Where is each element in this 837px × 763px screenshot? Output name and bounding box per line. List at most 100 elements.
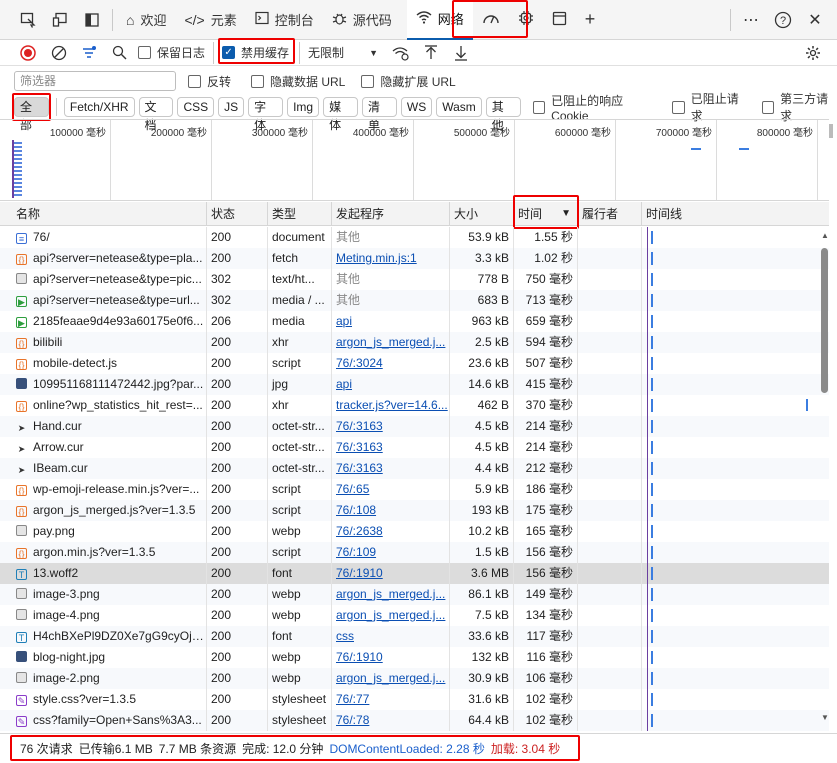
initiator-link[interactable]: css	[336, 629, 354, 643]
table-row[interactable]: ✎ css?family=Open+Sans%3A3... 200 styleshee…	[0, 710, 829, 731]
column-header-initiator[interactable]: 发起程序	[332, 202, 450, 226]
type-filter-js[interactable]: JS	[218, 97, 245, 117]
type-filter-other[interactable]: 其他	[485, 97, 521, 132]
request-name-cell[interactable]: 10995116811147244​2.jpg?par...	[12, 374, 207, 395]
request-name-cell[interactable]: ➤ IBeam.cur	[12, 458, 207, 479]
search-icon[interactable]	[104, 40, 134, 66]
request-name-cell[interactable]: T H4chBXePl9DZ0Xe7gG9cyOj7...	[12, 626, 207, 647]
type-filter-media[interactable]: 媒体	[323, 97, 358, 132]
network-conditions-icon[interactable]	[386, 40, 416, 66]
request-name-cell[interactable]: ➤ Hand.cur	[12, 416, 207, 437]
table-row[interactable]: api?server=netease&type=pic... 302 text/ht…	[0, 269, 829, 290]
request-name-cell[interactable]: api?server=netease&type=pic...	[12, 269, 207, 290]
request-list-scrollbar[interactable]: ▲ ▼	[819, 227, 829, 731]
initiator-link[interactable]: argon_js_merged.j...	[336, 671, 445, 685]
initiator-link[interactable]: argon_js_merged.j...	[336, 608, 445, 622]
table-row[interactable]: image-3.png 200 webp argon_js_merged.j... 86…	[0, 584, 829, 605]
table-row[interactable]: {} argon_js_merged.js?ver=1.3.5 200 script 7…	[0, 500, 829, 521]
initiator-cell[interactable]: 76/:65	[332, 479, 450, 500]
preserve-log-checkbox[interactable]: 保留日志	[138, 44, 205, 61]
column-header-name[interactable]: 名称	[12, 202, 207, 226]
request-name-cell[interactable]: image-4.png	[12, 605, 207, 626]
initiator-cell[interactable]: 76/:78	[332, 710, 450, 731]
request-name-cell[interactable]: {} online?wp_statistics_hit_rest=...	[12, 395, 207, 416]
initiator-link[interactable]: 76/:77	[336, 692, 369, 706]
table-row[interactable]: {} mobile-detect.js 200 script 76/:3024 23.6 …	[0, 353, 829, 374]
type-filter-fetch-xhr[interactable]: Fetch/XHR	[63, 97, 135, 117]
throttle-select[interactable]: 无限制 ▼	[308, 44, 378, 61]
tab-memory[interactable]	[509, 0, 543, 40]
import-har-icon[interactable]	[416, 40, 446, 66]
type-filter-manifest[interactable]: 清单	[361, 97, 397, 132]
initiator-cell[interactable]: 76/:3163	[332, 437, 450, 458]
initiator-link[interactable]: 76/:65	[336, 482, 369, 496]
column-header-type[interactable]: 类型	[268, 202, 332, 226]
table-row[interactable]: {} bilibili 200 xhr argon_js_merged.j... 2.5 …	[0, 332, 829, 353]
initiator-cell[interactable]: argon_js_merged.j...	[332, 605, 450, 626]
request-name-cell[interactable]: image-3.png	[12, 584, 207, 605]
table-row[interactable]: image-4.png 200 webp argon_js_merged.j... 7.…	[0, 605, 829, 626]
request-name-cell[interactable]: {} argon.min.js?ver=1.3.5	[12, 542, 207, 563]
initiator-link[interactable]: 76/:109	[336, 545, 376, 559]
tab-sources[interactable]: 源代码	[323, 0, 401, 40]
table-row[interactable]: 10995116811147244​2.jpg?par... 200 jpg api 1…	[0, 374, 829, 395]
initiator-link[interactable]: 76/:3163	[336, 461, 383, 475]
type-filter-css[interactable]: CSS	[177, 97, 215, 117]
table-row[interactable]: {} argon.min.js?ver=1.3.5 200 script 76/:109…	[0, 542, 829, 563]
table-row[interactable]: {} api?server=netease&type=pla... 200 fetch…	[0, 248, 829, 269]
scrollbar-thumb[interactable]	[821, 248, 828, 393]
column-header-size[interactable]: 大小	[450, 202, 514, 226]
initiator-link[interactable]: 76/:3163	[336, 440, 383, 454]
filter-icon[interactable]	[74, 40, 104, 66]
request-name-cell[interactable]: ✎ css?family=Open+Sans%3A3...	[12, 710, 207, 731]
timeline-overview[interactable]: 100000 毫秒 200000 毫秒 300000 毫秒 400000 毫秒 …	[0, 119, 833, 201]
column-header-time[interactable]: 时间 ▼	[514, 202, 578, 226]
initiator-cell[interactable]: 76/:109	[332, 542, 450, 563]
table-row[interactable]: ▶ 2185feaae9d4e93a60175e0f6... 206 media api…	[0, 311, 829, 332]
tab-network[interactable]: 网络	[406, 0, 473, 40]
initiator-link[interactable]: api	[336, 377, 352, 391]
table-row[interactable]: ➤ Arrow.cur 200 octet-str... 76/:3163 4.5 kB 2…	[0, 437, 829, 458]
table-row[interactable]: ≡ 76/200 document 其他 53.9 kB 1.55 秒	[0, 227, 829, 248]
initiator-cell[interactable]: 76/:77	[332, 689, 450, 710]
request-name-cell[interactable]: {} api?server=netease&type=pla...	[12, 248, 207, 269]
type-filter-img[interactable]: Img	[287, 97, 320, 117]
table-row[interactable]: ▶ api?server=netease&type=url... 302 media …	[0, 290, 829, 311]
request-name-cell[interactable]: ≡ 76/	[12, 227, 207, 248]
initiator-link[interactable]: 76/:3024	[336, 356, 383, 370]
initiator-cell[interactable]: api	[332, 374, 450, 395]
table-row[interactable]: ➤ IBeam.cur 200 octet-str... 76/:3163 4.4 kB 2…	[0, 458, 829, 479]
column-header-status[interactable]: 状态	[207, 202, 268, 226]
inspect-element-icon[interactable]	[12, 4, 44, 36]
type-filter-font[interactable]: 字体	[248, 97, 284, 132]
invert-checkbox[interactable]: 反转	[188, 73, 231, 90]
blocked-requests-box[interactable]	[672, 100, 685, 114]
initiator-cell[interactable]: 76/:3163	[332, 416, 450, 437]
request-name-cell[interactable]: image-2.png	[12, 668, 207, 689]
initiator-cell[interactable]: tracker.js?ver=14.6...	[332, 395, 450, 416]
blocked-cookies-checkbox[interactable]: 已阻止的响应 Cookie	[532, 92, 659, 123]
table-row[interactable]: ✎ style.css?ver=1.3.5 200 stylesheet 76/:77 3…	[0, 689, 829, 710]
request-name-cell[interactable]: {} wp-emoji-release.min.js?ver=...	[12, 479, 207, 500]
request-name-cell[interactable]: ➤ Arrow.cur	[12, 437, 207, 458]
initiator-cell[interactable]: 76/:3163	[332, 458, 450, 479]
request-name-cell[interactable]: {} argon_js_merged.js?ver=1.3.5	[12, 500, 207, 521]
request-name-cell[interactable]: ▶ api?server=netease&type=url...	[12, 290, 207, 311]
blocked-cookies-box[interactable]	[532, 100, 546, 114]
table-row[interactable]: blog-night.jpg 200 webp 76/:1910 132 kB 116 毫…	[0, 647, 829, 668]
request-name-cell[interactable]: pay.png	[12, 521, 207, 542]
invert-box[interactable]	[188, 74, 201, 88]
table-row[interactable]: image-2.png 200 webp argon_js_merged.j... 30…	[0, 668, 829, 689]
table-row[interactable]: {} online?wp_statistics_hit_rest=... 200 xh…	[0, 395, 829, 416]
column-header-executor[interactable]: 履行者	[578, 202, 642, 226]
table-row[interactable]: T H4chBXePl9DZ0Xe7gG9cyOj7... 200 font css 33…	[0, 626, 829, 647]
help-icon[interactable]: ?	[767, 4, 799, 36]
type-filter-doc[interactable]: 文档	[138, 97, 174, 132]
hide-extension-url-checkbox[interactable]: 隐藏扩展 URL	[361, 73, 456, 90]
request-name-cell[interactable]: T 13.woff2	[12, 563, 207, 584]
overview-scroll-handle[interactable]	[829, 124, 833, 138]
initiator-link[interactable]: 76/:108	[336, 503, 376, 517]
tab-application[interactable]	[543, 0, 576, 40]
initiator-cell[interactable]: 76/:3024	[332, 353, 450, 374]
type-filter-all[interactable]: 全部	[14, 97, 49, 132]
